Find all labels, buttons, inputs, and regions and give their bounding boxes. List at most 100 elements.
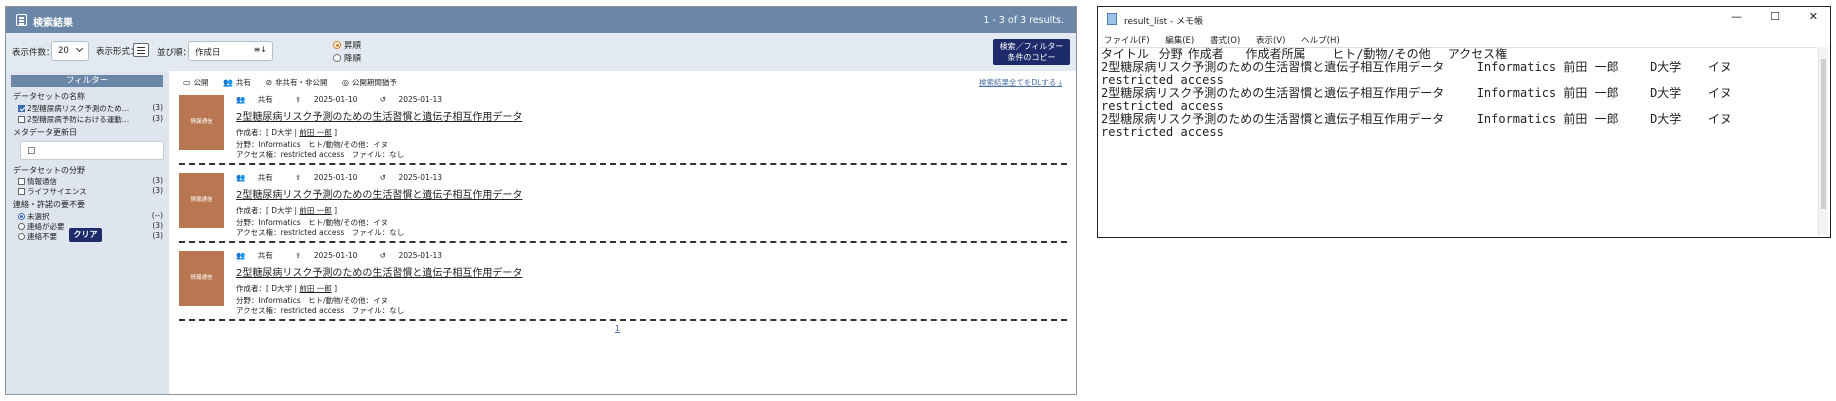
metadata-date-input[interactable] <box>20 141 164 160</box>
tab-embargo[interactable]: ◎ 公開期間猶予 <box>342 78 397 87</box>
result-title-link[interactable]: 2型糖尿病リスク予測のための生活習慣と遺伝子相互作用データ <box>236 264 522 279</box>
list-icon <box>16 14 27 26</box>
tab-label: 公開 <box>193 78 209 87</box>
app-header: 検索結果 1 - 3 of 3 results. <box>6 7 1076 33</box>
menu-file[interactable]: ファイル(F) <box>1104 36 1150 46</box>
toolbar: 表示件数： 20 表示形式： 並び順： 作成日 ≡↓ 昇順 降順 検索／フィルタ… <box>6 33 1076 71</box>
tab-public[interactable]: ▭ 公開 <box>183 78 209 87</box>
menu-edit[interactable]: 編集(E) <box>1165 36 1194 46</box>
result-meta: 👥 共有 ⇪ 2025-01-10 ↺ 2025-01-13 <box>236 250 462 261</box>
per-page-select[interactable]: 20 <box>51 41 89 61</box>
radio-icon <box>18 223 25 230</box>
clear-button[interactable]: クリア <box>69 228 102 242</box>
list-view-icon <box>137 47 145 48</box>
result-meta: 👥 共有 ⇪ 2025-01-10 ↺ 2025-01-13 <box>236 94 462 105</box>
author-suffix: ] <box>331 206 338 215</box>
option-count: (3) <box>152 186 163 195</box>
scrollbar-thumb[interactable] <box>1821 59 1826 209</box>
upload-icon: ⇪ <box>295 173 302 182</box>
sort-asc-radio[interactable]: 昇順 <box>333 39 361 51</box>
result-card: 情報通信 👥 共有 ⇪ 2025-01-10 ↺ 2025-01-13 2型糖尿… <box>179 165 1067 243</box>
field-option[interactable]: ライフサイエンス (3) <box>18 186 163 197</box>
tab-label: 非共有・非公開 <box>275 78 328 87</box>
desc-label: 降順 <box>344 54 362 64</box>
option-label: 2型糖尿病予防における運動… <box>27 115 130 124</box>
access-line: アクセス権：restricted access ファイル：なし <box>236 150 405 159</box>
users-icon: 👥 <box>236 251 246 260</box>
result-title-link[interactable]: 2型糖尿病リスク予測のための生活習慣と遺伝子相互作用データ <box>236 186 522 201</box>
menu-format[interactable]: 書式(O) <box>1210 36 1240 46</box>
notepad-icon <box>1107 13 1117 25</box>
download-icon: ⤓ <box>1058 78 1062 87</box>
author-prefix: 作成者：[ D大学 | <box>236 128 300 137</box>
menu-help[interactable]: ヘルプ(H) <box>1301 36 1340 46</box>
sort-select[interactable]: 作成日 ≡↓ <box>188 41 273 61</box>
history-icon: ↺ <box>379 173 387 182</box>
share-status: 共有 <box>257 251 273 260</box>
author-prefix: 作成者：[ D大学 | <box>236 284 300 293</box>
radio-icon <box>18 233 25 240</box>
list-view-button[interactable] <box>133 43 149 57</box>
chevron-down-icon <box>75 44 84 53</box>
vertical-scrollbar[interactable] <box>1818 47 1828 235</box>
author-link[interactable]: 前田 一郎 <box>299 128 331 137</box>
option-count: (3) <box>152 231 163 240</box>
per-page-label: 表示件数： <box>12 48 55 58</box>
option-label: 未選択 <box>27 212 50 221</box>
notepad-window: result_list - メモ帳 — ☐ ✕ ファイル(F) 編集(E) 書式… <box>1097 6 1831 238</box>
author-link[interactable]: 前田 一郎 <box>299 206 331 215</box>
dataset-name-label: データセットの名称 <box>13 92 85 101</box>
result-meta: 👥 共有 ⇪ 2025-01-10 ↺ 2025-01-13 <box>236 172 462 183</box>
dataset-option[interactable]: 2型糖尿病予防における運動… (3) <box>18 114 163 125</box>
share-status: 共有 <box>257 95 273 104</box>
author-prefix: 作成者：[ D大学 | <box>236 206 300 215</box>
author-line: 作成者：[ D大学 | 前田 一郎 ] <box>236 283 337 294</box>
radio-selected-icon <box>333 41 341 49</box>
author-suffix: ] <box>331 284 338 293</box>
access-line: アクセス権：restricted access ファイル：なし <box>236 306 405 315</box>
option-label: 情報通信 <box>27 177 57 186</box>
updated-date: 2025-01-13 <box>398 173 443 182</box>
tab-shared[interactable]: 👥 共有 <box>223 78 251 87</box>
result-count: 1 - 3 of 3 results. <box>983 15 1064 26</box>
maximize-button[interactable]: ☐ <box>1770 10 1780 23</box>
created-date: 2025-01-10 <box>313 173 358 182</box>
author-suffix: ] <box>331 128 338 137</box>
result-card: 情報通信 👥 共有 ⇪ 2025-01-10 ↺ 2025-01-13 2型糖尿… <box>179 243 1067 321</box>
contact-label: 連絡・許諾の要不要 <box>13 200 85 209</box>
filter-sidebar: フィルター データセットの名称 2型糖尿病リスク予測のため… (3) 2型糖尿病… <box>6 71 169 394</box>
copy-button-line2: 条件のコピー <box>1007 53 1056 62</box>
filter-title: フィルター <box>11 75 163 87</box>
users-icon: 👥 <box>236 95 246 104</box>
results-panel: ▭ 公開 👥 共有 ⊘ 非共有・非公開 ◎ 公開期間猶予 検索結果全てをDLする ⤓ 情… <box>169 71 1076 394</box>
tab-private[interactable]: ⊘ 非共有・非公開 <box>265 78 327 87</box>
share-status: 共有 <box>257 173 273 182</box>
users-icon: 👥 <box>236 173 246 182</box>
asc-label: 昇順 <box>344 41 362 51</box>
checkbox-icon <box>18 116 25 123</box>
option-count: (3) <box>152 103 163 112</box>
sort-desc-radio[interactable]: 降順 <box>333 52 361 64</box>
page-title: 検索結果 <box>33 18 73 29</box>
menu-view[interactable]: 表示(V) <box>1256 36 1285 46</box>
dataset-option[interactable]: 2型糖尿病リスク予測のため… (3) <box>18 103 163 114</box>
history-icon: ↺ <box>379 251 387 260</box>
copy-button-line1: 検索／フィルター <box>999 42 1064 51</box>
access-line: アクセス権：restricted access ファイル：なし <box>236 228 405 237</box>
copy-conditions-button[interactable]: 検索／フィルター 条件のコピー <box>993 39 1070 65</box>
text-area[interactable]: タイトル 分野 作成者 作成者所属 ヒト/動物/その他 アクセス権 2型糖尿病リ… <box>1101 47 1816 233</box>
author-line: 作成者：[ D大学 | 前田 一郎 ] <box>236 205 337 216</box>
sort-label: 並び順： <box>157 48 192 58</box>
option-label: ライフサイエンス <box>27 187 87 196</box>
users-icon: 👥 <box>222 78 233 87</box>
minimize-button[interactable]: — <box>1731 10 1742 23</box>
pagination-page-1[interactable]: 1 <box>615 324 620 333</box>
close-button[interactable]: ✕ <box>1809 10 1818 23</box>
author-link[interactable]: 前田 一郎 <box>299 284 331 293</box>
checkbox-icon <box>18 178 25 185</box>
history-icon: ↺ <box>379 95 387 104</box>
result-title-link[interactable]: 2型糖尿病リスク予測のための生活習慣と遺伝子相互作用データ <box>236 108 522 123</box>
field-label: データセットの分野 <box>13 166 85 175</box>
result-thumbnail: 情報通信 <box>179 173 224 228</box>
option-count: (3) <box>152 221 163 230</box>
